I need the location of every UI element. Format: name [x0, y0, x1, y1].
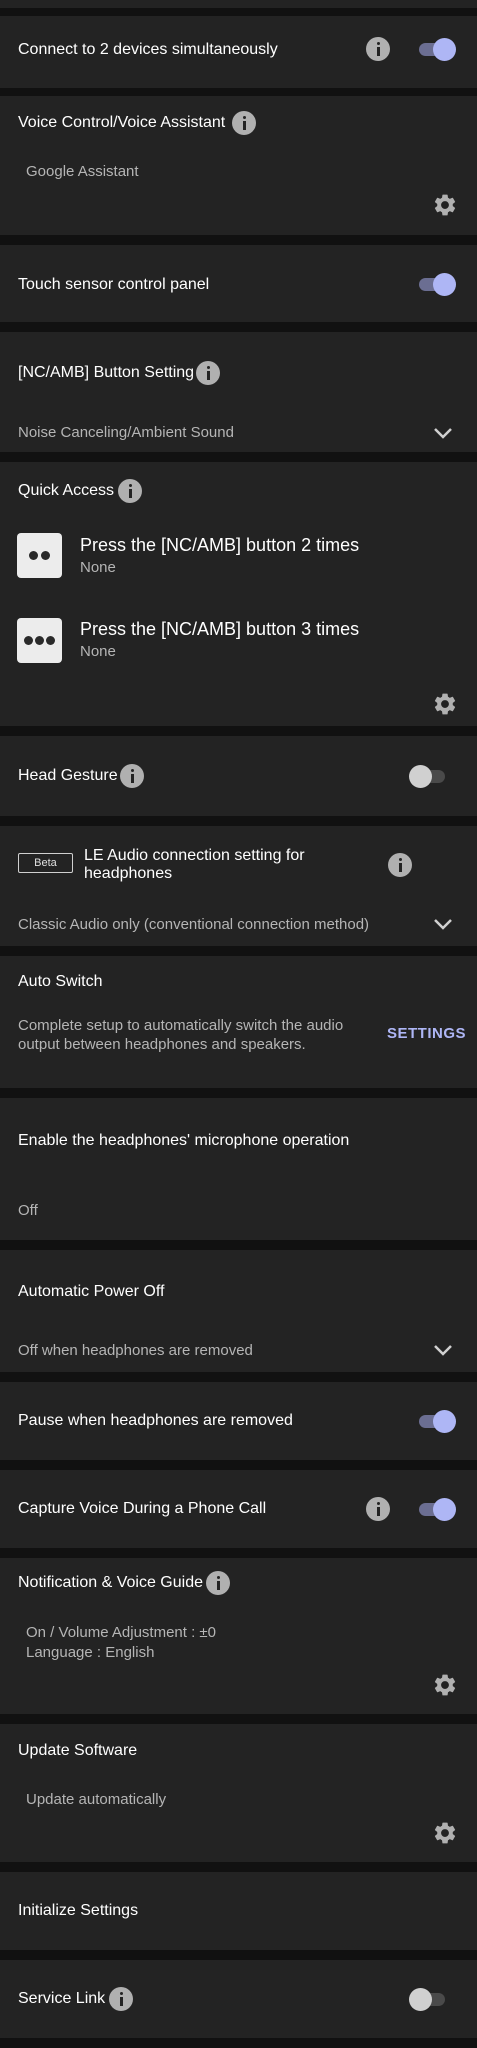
notification-label: Notification & Voice Guide [18, 1574, 203, 1591]
card-capture-voice: Capture Voice During a Phone Call [0, 1470, 477, 1548]
auto-switch-settings-button[interactable]: SETTINGS [387, 1025, 466, 1042]
quick-access-label: Quick Access [18, 482, 115, 499]
card-head-gesture: Head Gesture [0, 736, 477, 816]
info-icon[interactable] [120, 764, 144, 788]
voice-control-value: Google Assistant [26, 163, 139, 180]
notification-line2: Language : English [26, 1644, 155, 1661]
card-mic-operation[interactable]: Enable the headphones' microphone operat… [0, 1098, 477, 1240]
card-pause-removed: Pause when headphones are removed [0, 1382, 477, 1460]
mic-operation-label: Enable the headphones' microphone operat… [18, 1132, 350, 1149]
nc-amb-value: Noise Canceling/Ambient Sound [18, 424, 234, 441]
capture-voice-toggle[interactable] [417, 1496, 457, 1522]
card-connect-two-devices: Connect to 2 devices simultaneously [0, 16, 477, 88]
dot [46, 636, 55, 645]
initialize-label: Initialize Settings [18, 1902, 139, 1919]
notification-line1: On / Volume Adjustment : ±0 [26, 1624, 216, 1641]
auto-switch-label: Auto Switch [18, 973, 103, 990]
toggle-thumb [433, 38, 456, 61]
toggle-thumb [409, 1988, 432, 2011]
info-icon[interactable] [109, 1987, 133, 2011]
touch-sensor-toggle[interactable] [417, 271, 457, 297]
pause-removed-toggle[interactable] [417, 1408, 457, 1434]
dot [24, 636, 33, 645]
info-icon[interactable] [232, 111, 256, 135]
quick-access-item-value: None [80, 643, 116, 660]
nc-amb-label: [NC/AMB] Button Setting [18, 364, 195, 381]
auto-switch-desc-line1: Complete setup to automatically switch t… [18, 1017, 344, 1034]
capture-voice-label: Capture Voice During a Phone Call [18, 1500, 267, 1517]
connect-two-toggle[interactable] [417, 36, 457, 62]
service-link-label: Service Link [18, 1990, 106, 2007]
card-auto-switch: Auto Switch Complete setup to automatica… [0, 956, 477, 1088]
auto-power-off-value: Off when headphones are removed [18, 1342, 253, 1359]
info-icon[interactable] [366, 1497, 390, 1521]
card-notification-voice-guide[interactable]: Notification & Voice Guide On / Volume A… [0, 1558, 477, 1714]
le-audio-label-line2: headphones [84, 865, 173, 882]
auto-switch-desc-line2: output between headphones and speakers. [18, 1036, 306, 1053]
mic-operation-value: Off [18, 1202, 38, 1219]
update-software-label: Update Software [18, 1742, 138, 1759]
connect-two-label: Connect to 2 devices simultaneously [18, 41, 278, 58]
voice-control-label: Voice Control/Voice Assistant [18, 114, 226, 131]
toggle-thumb [409, 765, 432, 788]
le-audio-value: Classic Audio only (conventional connect… [18, 916, 370, 933]
dot [29, 551, 38, 560]
gear-icon[interactable] [432, 192, 458, 218]
head-gesture-toggle[interactable] [409, 763, 449, 789]
toggle-thumb [433, 273, 456, 296]
info-icon[interactable] [366, 37, 390, 61]
two-dots-icon [17, 533, 62, 578]
card-voice-control[interactable]: Voice Control/Voice Assistant Google Ass… [0, 96, 477, 235]
card-auto-power-off[interactable]: Automatic Power Off Off when headphones … [0, 1250, 477, 1372]
card-service-link: Service Link [0, 1960, 477, 2038]
gear-icon[interactable] [432, 691, 458, 717]
gear-icon[interactable] [432, 1820, 458, 1846]
toggle-thumb [433, 1410, 456, 1433]
three-dots-icon [17, 618, 62, 663]
card-top-sliver [0, 0, 477, 8]
card-update-software[interactable]: Update Software Update automatically [0, 1724, 477, 1862]
gear-icon[interactable] [432, 1672, 458, 1698]
quick-access-item-title: Press the [NC/AMB] button 2 times [80, 535, 360, 555]
dot [41, 551, 50, 560]
beta-badge: Beta [18, 853, 73, 873]
update-software-value: Update automatically [26, 1791, 167, 1808]
info-icon[interactable] [196, 361, 220, 385]
service-link-toggle[interactable] [409, 1986, 449, 2012]
card-le-audio[interactable]: Beta LE Audio connection setting for hea… [0, 826, 477, 946]
le-audio-label-line1: LE Audio connection setting for [84, 847, 305, 864]
dot [35, 636, 44, 645]
quick-access-item-value: None [80, 559, 116, 576]
chevron-down-icon[interactable] [432, 1343, 454, 1357]
quick-access-item-title: Press the [NC/AMB] button 3 times [80, 619, 360, 639]
card-quick-access: Quick Access Press the [NC/AMB] button 2… [0, 462, 477, 726]
head-gesture-label: Head Gesture [18, 767, 118, 784]
chevron-down-icon[interactable] [432, 917, 454, 931]
info-icon[interactable] [388, 853, 412, 877]
chevron-down-icon[interactable] [432, 426, 454, 440]
auto-power-off-label: Automatic Power Off [18, 1283, 165, 1300]
touch-sensor-label: Touch sensor control panel [18, 276, 210, 293]
toggle-thumb [433, 1498, 456, 1521]
pause-removed-label: Pause when headphones are removed [18, 1412, 293, 1429]
card-nc-amb-setting[interactable]: [NC/AMB] Button Setting Noise Canceling/… [0, 332, 477, 452]
card-touch-sensor: Touch sensor control panel [0, 245, 477, 322]
card-initialize-settings[interactable]: Initialize Settings [0, 1872, 477, 1950]
info-icon[interactable] [206, 1571, 230, 1595]
info-icon[interactable] [118, 479, 142, 503]
